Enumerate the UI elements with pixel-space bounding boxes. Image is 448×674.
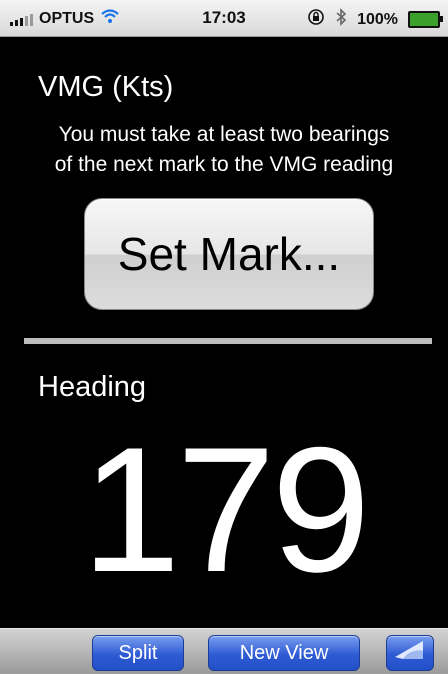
battery-icon xyxy=(408,11,443,28)
battery-percent: 100% xyxy=(357,10,398,28)
vmg-hint-line-1: You must take at least two bearings xyxy=(58,123,390,146)
bottom-toolbar: Split New View xyxy=(0,628,448,674)
heading-value: 179 xyxy=(81,410,371,609)
status-right: 100% xyxy=(307,8,443,31)
vmg-hint-line-2: of the next mark to the VMG reading xyxy=(54,153,394,176)
bluetooth-icon xyxy=(335,8,347,31)
split-button[interactable]: Split xyxy=(92,635,184,671)
new-view-button[interactable]: New View xyxy=(208,635,360,671)
lock-rotation-icon xyxy=(307,8,325,31)
page-curl-icon xyxy=(393,637,427,669)
heading-label: Heading xyxy=(38,371,147,403)
vmg-title: VMG (Kts) xyxy=(38,71,174,103)
section-divider xyxy=(24,338,432,344)
status-bar: OPTUS 17:03 100% xyxy=(0,0,448,37)
page-curl-button[interactable] xyxy=(386,635,434,671)
vmg-hint: You must take at least two bearings of t… xyxy=(0,120,448,180)
set-mark-button[interactable]: Set Mark... xyxy=(84,198,374,310)
